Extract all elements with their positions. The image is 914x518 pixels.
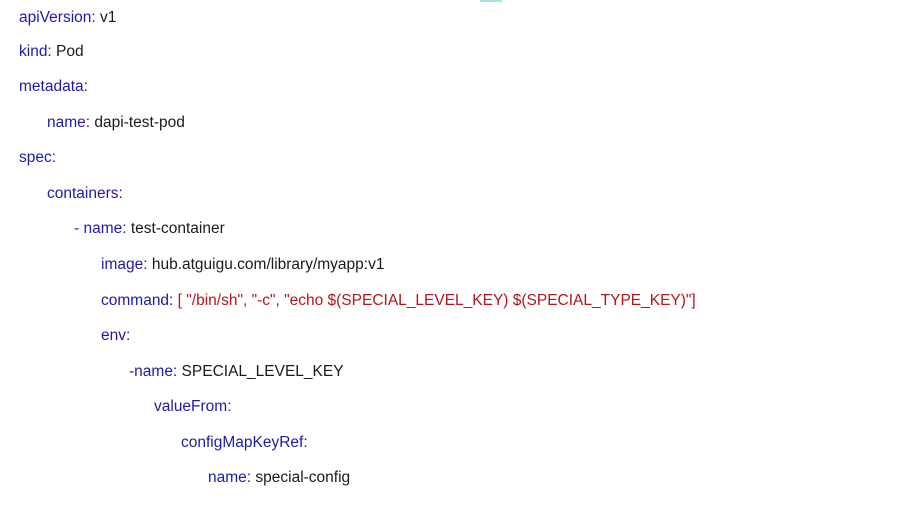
yaml-key: -name: [129, 363, 178, 380]
yaml-line-configmap-name: name: special-config [208, 468, 350, 488]
yaml-line-container-name: - name: test-container [74, 219, 225, 239]
yaml-key: containers: [47, 185, 123, 202]
yaml-key: name: [208, 469, 252, 486]
yaml-line-configmapkeyref: configMapKeyRef: [181, 433, 308, 453]
yaml-line-env: env: [101, 326, 130, 346]
yaml-line-kind: kind: Pod [19, 42, 84, 62]
yaml-value: Pod [51, 43, 84, 60]
yaml-key: name: [47, 114, 91, 131]
yaml-key: spec: [19, 149, 57, 166]
yaml-line-metadata-name: name: dapi-test-pod [47, 113, 185, 133]
yaml-value: v1 [95, 9, 117, 26]
yaml-key: apiVersion: [19, 9, 96, 26]
yaml-line-env-name: -name: SPECIAL_LEVEL_KEY [129, 362, 344, 382]
yaml-string-value: [ "/bin/sh", "-c", "echo $(SPECIAL_LEVEL… [173, 292, 696, 309]
yaml-value: dapi-test-pod [90, 114, 185, 131]
yaml-line-apiversion: apiVersion: v1 [19, 8, 116, 28]
yaml-key: command: [101, 292, 174, 309]
yaml-key: metadata: [19, 78, 88, 95]
yaml-line-metadata: metadata: [19, 77, 88, 97]
document-page: apiVersion: v1 kind: Pod metadata: name:… [0, 0, 914, 518]
watermark-logo [480, 0, 502, 2]
yaml-key: valueFrom: [154, 398, 232, 415]
yaml-value: special-config [251, 469, 351, 486]
yaml-value: test-container [126, 220, 225, 237]
yaml-key: - name: [74, 220, 127, 237]
yaml-line-spec: spec: [19, 148, 56, 168]
yaml-line-command: command: [ "/bin/sh", "-c", "echo $(SPEC… [101, 291, 696, 311]
yaml-key: env: [101, 327, 131, 344]
yaml-line-valuefrom: valueFrom: [154, 397, 232, 417]
yaml-key: kind: [19, 43, 52, 60]
yaml-key: image: [101, 256, 148, 273]
yaml-line-containers: containers: [47, 184, 123, 204]
yaml-value: SPECIAL_LEVEL_KEY [177, 363, 344, 380]
yaml-value: hub.atguigu.com/library/myapp:v1 [147, 256, 385, 273]
yaml-line-image: image: hub.atguigu.com/library/myapp:v1 [101, 255, 384, 275]
yaml-key: configMapKeyRef: [181, 434, 308, 451]
